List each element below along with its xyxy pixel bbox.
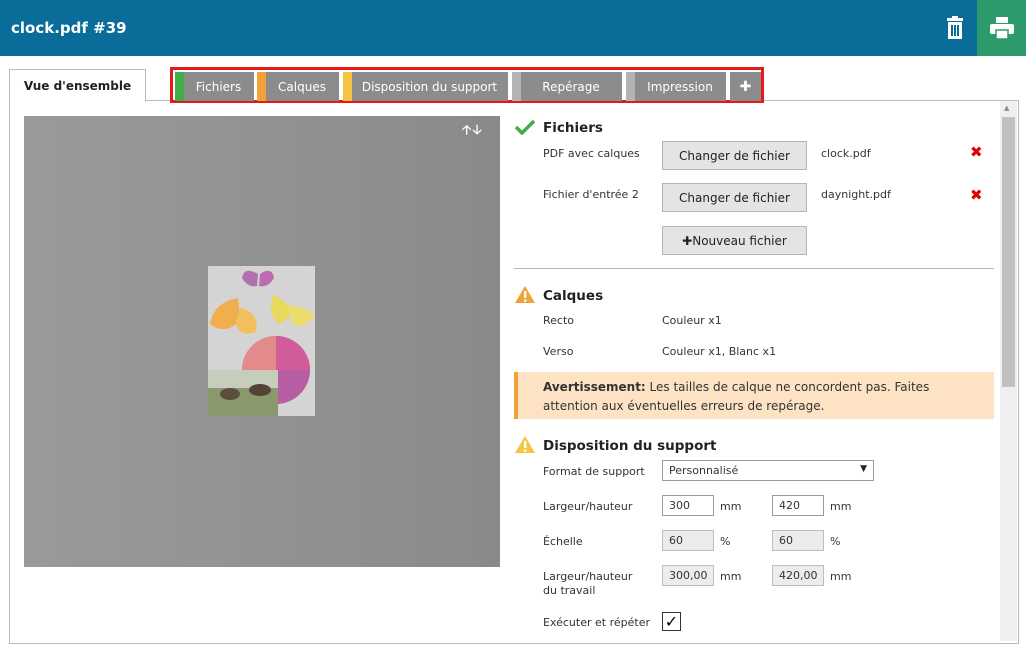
status-bar-green <box>175 72 184 101</box>
select-value: Personnalisé <box>669 464 739 477</box>
tab-overview[interactable]: Vue d'ensemble <box>9 69 146 102</box>
scale-y-input: 60 <box>772 530 824 551</box>
job-height-input: 420,00 <box>772 565 824 586</box>
file-label: Fichier d'entrée 2 <box>543 188 639 201</box>
section-title-layers: Calques <box>543 288 604 304</box>
height-input[interactable]: 420 <box>772 495 824 516</box>
status-bar-gray <box>626 72 635 101</box>
change-file-button[interactable]: Changer de fichier <box>662 141 807 170</box>
file-label: PDF avec calques <box>543 147 640 160</box>
scale-label: Échelle <box>543 535 583 548</box>
trash-icon <box>947 16 963 39</box>
delete-button[interactable] <box>932 0 978 56</box>
workflow-tab-group: Fichiers Calques Disposition du support … <box>170 67 764 103</box>
tab-calques[interactable]: Calques <box>257 72 339 101</box>
media-format-select[interactable]: Personnalisé ▼ <box>662 460 874 481</box>
step-repeat-checkbox[interactable]: ✓ <box>662 612 681 631</box>
section-divider <box>514 268 994 269</box>
scrollbar-thumb[interactable] <box>1002 117 1015 387</box>
unit-label: % <box>720 535 731 548</box>
warning-heading: Avertissement: <box>543 380 646 394</box>
scroll-up-icon[interactable]: ▲ <box>1004 104 1009 112</box>
tab-label: Impression <box>647 79 713 94</box>
job-size-label: Largeur/hauteur <box>543 570 633 583</box>
plus-icon: ✚ <box>739 78 752 95</box>
media-format-label: Format de support <box>543 465 645 478</box>
layer-value: Couleur x1, Blanc x1 <box>662 345 777 358</box>
section-title-media: Disposition du support <box>543 438 717 454</box>
tab-label: Disposition du support <box>361 79 498 94</box>
title-bar: clock.pdf #39 <box>0 0 1026 56</box>
warning-icon <box>514 285 536 308</box>
status-bar-gray <box>512 72 521 101</box>
unit-label: mm <box>830 500 852 513</box>
flip-arrows-icon[interactable]: 🡡🡣 <box>462 121 483 143</box>
status-bar-orange <box>257 72 266 101</box>
section-title-files: Fichiers <box>543 120 603 136</box>
window-title: clock.pdf #39 <box>11 19 127 37</box>
printer-icon <box>989 17 1014 39</box>
tab-fichiers[interactable]: Fichiers <box>175 72 254 101</box>
caret-down-icon: ▼ <box>860 464 867 474</box>
tab-reperage[interactable]: Repérage <box>512 72 622 101</box>
job-size-label-2: du travail <box>543 584 596 597</box>
plus-icon: ✚ <box>682 233 693 248</box>
width-input[interactable]: 300 <box>662 495 714 516</box>
tab-label: Calques <box>278 79 326 94</box>
warning-icon <box>514 435 536 458</box>
size-label: Largeur/hauteur <box>543 500 633 513</box>
file-name: daynight.pdf <box>821 188 891 201</box>
status-bar-yellow <box>343 72 352 101</box>
layer-label: Recto <box>543 314 575 327</box>
tab-label: Fichiers <box>195 79 242 94</box>
unit-label: mm <box>830 570 852 583</box>
change-file-button[interactable]: Changer de fichier <box>662 183 807 212</box>
tab-disposition[interactable]: Disposition du support <box>343 72 508 101</box>
artwork-thumbnail <box>208 270 314 416</box>
remove-file-icon[interactable]: ✖ <box>970 186 983 204</box>
unit-label: % <box>830 535 841 548</box>
layer-value: Couleur x1 <box>662 314 722 327</box>
remove-file-icon[interactable]: ✖ <box>970 143 983 161</box>
preview-sheet <box>208 266 315 416</box>
layer-label: Verso <box>543 345 574 358</box>
new-file-label: Nouveau fichier <box>692 233 787 248</box>
tab-label: Repérage <box>542 79 600 94</box>
job-width-input: 300,00 <box>662 565 714 586</box>
checkmark-icon <box>514 119 536 139</box>
step-repeat-label: Exécuter et répéter <box>543 616 650 629</box>
new-file-button[interactable]: ✚ Nouveau fichier <box>662 226 807 255</box>
unit-label: mm <box>720 570 742 583</box>
print-button[interactable] <box>977 0 1026 56</box>
scale-x-input: 60 <box>662 530 714 551</box>
layer-size-warning: Avertissement: Les tailles de calque ne … <box>514 372 994 419</box>
unit-label: mm <box>720 500 742 513</box>
add-tab-button[interactable]: ✚ <box>730 72 761 101</box>
file-name: clock.pdf <box>821 147 871 160</box>
tab-impression[interactable]: Impression <box>626 72 726 101</box>
